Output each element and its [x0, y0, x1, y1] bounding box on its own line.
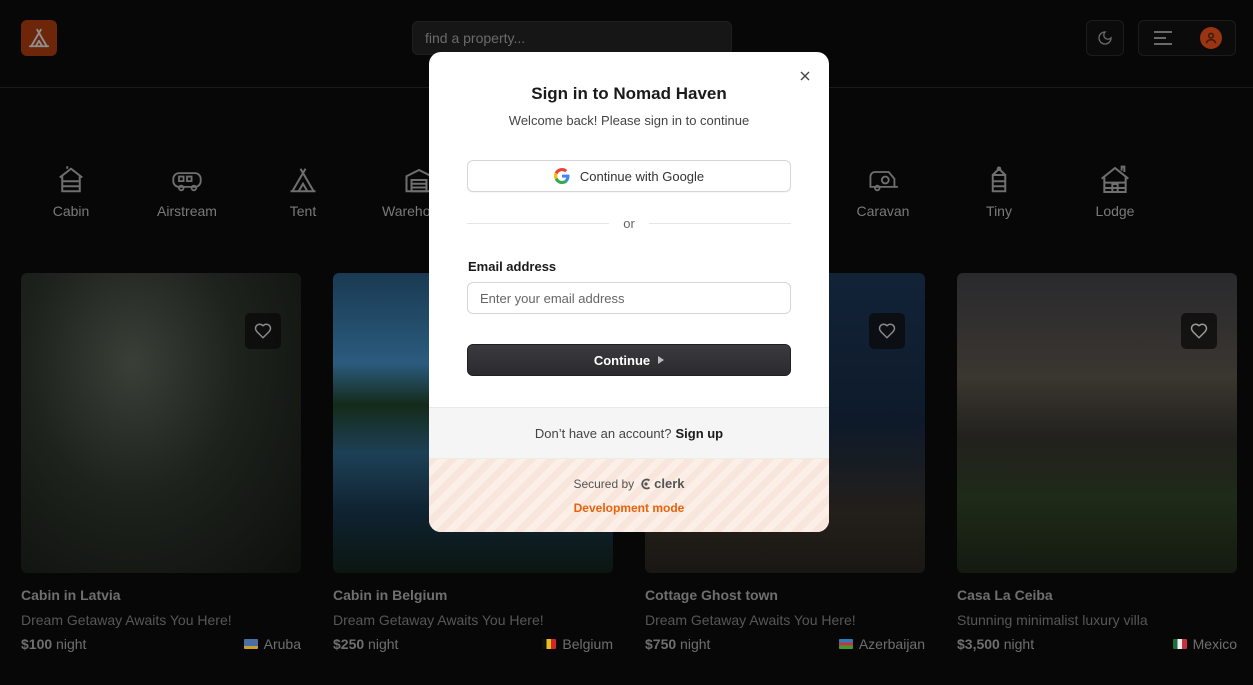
continue-button[interactable]: Continue — [467, 344, 791, 376]
modal-title: Sign in to Nomad Haven — [531, 84, 727, 103]
modal-subtitle: Welcome back! Please sign in to continue — [508, 113, 750, 128]
continue-with-google-button[interactable]: Continue with Google — [467, 160, 791, 192]
secured-by: Secured by clerk — [573, 476, 685, 491]
dev-mode-banner: Secured by clerk Development mode — [429, 458, 829, 532]
caret-right-icon — [658, 356, 665, 364]
clerk-icon — [641, 478, 651, 489]
sign-in-modal: Sign in to Nomad Haven Welcome back! Ple… — [429, 52, 829, 532]
continue-label: Continue — [593, 352, 651, 368]
clerk-logo[interactable]: clerk — [640, 476, 685, 491]
google-icon — [553, 168, 570, 184]
modal-footer: Don’t have an account? Sign up Secured by… — [429, 407, 829, 532]
development-mode-label: Development mode — [573, 501, 685, 515]
signup-prompt: Don’t have an account? Sign up — [534, 426, 724, 441]
email-label: Email address — [468, 259, 557, 274]
close-icon — [800, 71, 810, 81]
close-button[interactable] — [797, 68, 813, 84]
email-field[interactable] — [467, 282, 791, 314]
google-button-label: Continue with Google — [579, 168, 705, 184]
or-divider: or — [467, 216, 791, 231]
sign-up-link[interactable]: Sign up — [675, 426, 723, 441]
